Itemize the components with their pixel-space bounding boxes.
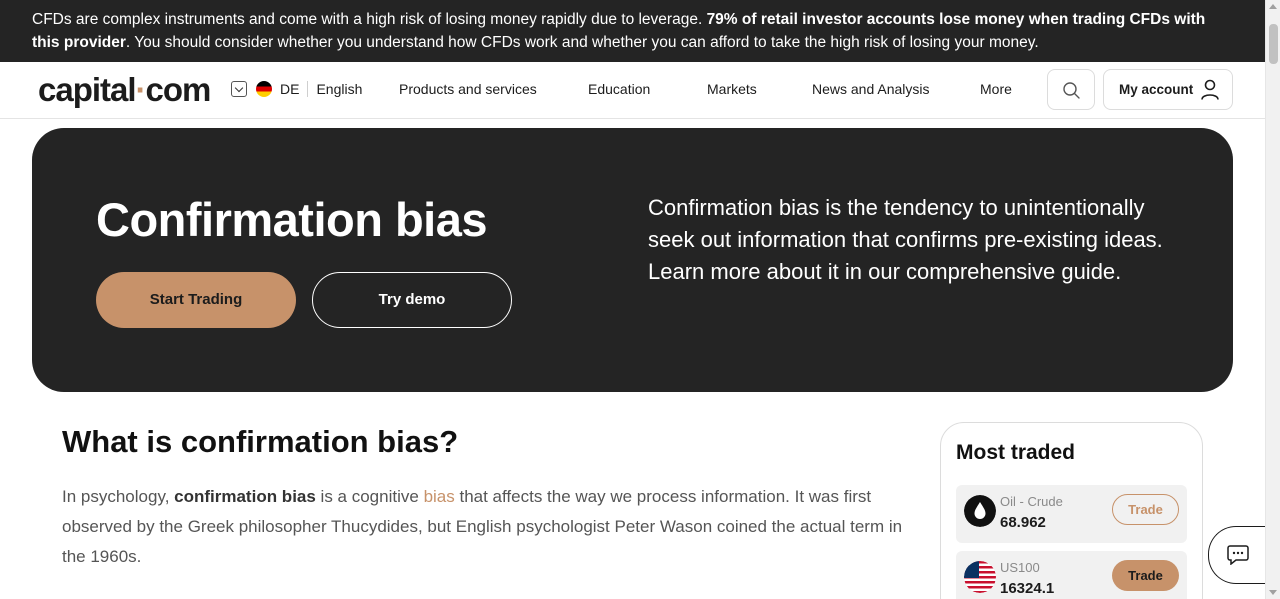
language-divider: [307, 81, 309, 97]
search-icon: [1063, 82, 1080, 99]
bias-link[interactable]: bias: [424, 487, 455, 506]
country-code[interactable]: DE: [280, 81, 299, 97]
instrument-price: 68.962: [1000, 514, 1046, 531]
user-icon: [1201, 79, 1219, 100]
language-selector[interactable]: DE English: [231, 81, 362, 97]
chat-bubble-icon: [1227, 545, 1249, 565]
paragraph-bold-term: confirmation bias: [174, 487, 316, 506]
list-item[interactable]: US100 16324.1 Trade: [956, 551, 1187, 599]
start-trading-button[interactable]: Start Trading: [96, 272, 296, 328]
most-traded-title: Most traded: [956, 441, 1076, 464]
nav-education[interactable]: Education: [588, 81, 650, 97]
risk-warning-banner: CFDs are complex instruments and come wi…: [0, 0, 1265, 62]
chat-button[interactable]: [1208, 526, 1272, 584]
trade-button[interactable]: Trade: [1112, 494, 1179, 525]
most-traded-widget: Most traded Oil - Crude 68.962 Trade US1…: [940, 422, 1203, 599]
germany-flag-icon: [256, 81, 272, 97]
risk-text-start: CFDs are complex instruments and come wi…: [32, 11, 707, 28]
hero-banner: Confirmation bias Start Trading Try demo…: [32, 128, 1233, 392]
list-item[interactable]: Oil - Crude 68.962 Trade: [956, 485, 1187, 543]
logo-text-right: com: [145, 71, 212, 108]
article-paragraph: In psychology, confirmation bias is a co…: [62, 482, 912, 572]
search-button[interactable]: [1047, 69, 1095, 110]
language-label[interactable]: English: [316, 81, 362, 97]
capital-com-logo[interactable]: capital·com: [38, 71, 212, 109]
paragraph-text: In psychology,: [62, 487, 175, 506]
scroll-up-arrow-icon[interactable]: [1269, 4, 1277, 9]
us-flag-icon: [964, 561, 996, 593]
nav-more[interactable]: More: [980, 81, 1012, 97]
chevron-down-icon[interactable]: [231, 81, 247, 97]
site-header: capital·com DE English Products and serv…: [0, 62, 1265, 119]
paragraph-text: is a cognitive: [315, 487, 424, 506]
page-title: Confirmation bias: [96, 193, 488, 246]
my-account-button[interactable]: My account: [1103, 69, 1233, 110]
trade-button[interactable]: Trade: [1112, 560, 1179, 591]
nav-products-and-services[interactable]: Products and services: [399, 81, 537, 97]
scroll-down-arrow-icon[interactable]: [1269, 590, 1277, 595]
nav-news-and-analysis[interactable]: News and Analysis: [812, 81, 930, 97]
logo-text-left: capital: [38, 71, 137, 108]
nav-markets[interactable]: Markets: [707, 81, 757, 97]
oil-drop-icon: [964, 495, 996, 527]
scrollbar-thumb[interactable]: [1269, 24, 1278, 64]
article-heading: What is confirmation bias?: [62, 424, 459, 459]
try-demo-button[interactable]: Try demo: [312, 272, 512, 328]
logo-dot: ·: [135, 71, 147, 108]
instrument-price: 16324.1: [1000, 580, 1055, 597]
risk-text-end: . You should consider whether you unders…: [125, 34, 1039, 51]
page-scrollbar[interactable]: [1265, 0, 1280, 599]
instrument-name: US100: [1000, 560, 1040, 575]
instrument-name: Oil - Crude: [1000, 494, 1063, 509]
my-account-label: My account: [1119, 82, 1194, 97]
hero-description: Confirmation bias is the tendency to uni…: [648, 195, 1163, 284]
